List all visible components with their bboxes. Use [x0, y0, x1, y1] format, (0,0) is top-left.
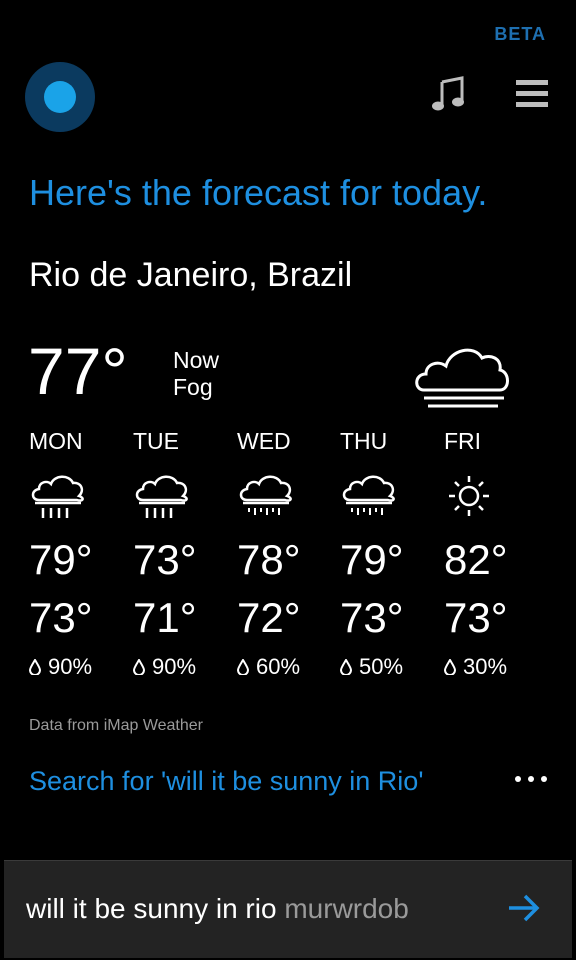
hamburger-menu-icon[interactable]: [516, 80, 548, 108]
high-temp: 79°: [340, 536, 404, 583]
drizzle-icon: [239, 475, 292, 515]
day-name: WED: [237, 428, 291, 454]
music-note-icon[interactable]: [430, 76, 466, 112]
precip-chance: 60%: [237, 654, 337, 680]
forecast-day-wed[interactable]: WED 78° 72° 60%: [237, 428, 337, 680]
current-temperature: 77°: [28, 334, 128, 408]
raindrop-icon: [237, 659, 249, 675]
query-input[interactable]: will it be sunny in rio murwrdob: [26, 893, 409, 925]
high-temp: 73°: [133, 536, 197, 583]
beta-label: BETA: [494, 24, 546, 44]
forecast-day-thu[interactable]: THU 79° 73° 50%: [340, 428, 440, 680]
high-temp: 82°: [444, 536, 508, 583]
forecast-day-tue[interactable]: TUE 73° 71° 90%: [133, 428, 233, 680]
low-temp: 71°: [133, 594, 197, 641]
forecast-day-fri[interactable]: FRI 82° 73° 30%: [444, 428, 544, 680]
low-temp: 73°: [444, 594, 508, 641]
precip-value: 60%: [256, 654, 301, 679]
precip-value: 90%: [152, 654, 197, 679]
fog-cloud-icon: [415, 348, 509, 408]
query-suggestion-text: murwrdob: [284, 893, 409, 924]
rain-icon: [31, 475, 84, 518]
precip-value: 50%: [359, 654, 404, 679]
precip-value: 30%: [463, 654, 508, 679]
drizzle-icon: [342, 475, 395, 515]
precip-value: 90%: [48, 654, 93, 679]
high-temp: 78°: [237, 536, 301, 583]
arrow-right-icon[interactable]: [506, 893, 542, 923]
current-label: Now: [173, 347, 220, 373]
data-source-label: Data from iMap Weather: [29, 717, 203, 734]
raindrop-icon: [133, 659, 145, 675]
sun-icon: [449, 476, 489, 516]
cortana-logo-icon[interactable]: [25, 62, 95, 132]
high-temp: 79°: [29, 536, 93, 583]
current-condition: Fog: [173, 374, 213, 400]
query-typed-text: will it be sunny in rio: [26, 893, 277, 924]
precip-chance: 50%: [340, 654, 440, 680]
day-name: MON: [29, 428, 83, 454]
raindrop-icon: [340, 659, 352, 675]
rain-icon: [135, 475, 188, 518]
forecast-day-mon[interactable]: MON 79° 73° 90%: [29, 428, 129, 680]
precip-chance: 30%: [444, 654, 544, 680]
precip-chance: 90%: [29, 654, 129, 680]
precip-chance: 90%: [133, 654, 233, 680]
low-temp: 73°: [340, 594, 404, 641]
raindrop-icon: [29, 659, 41, 675]
low-temp: 73°: [29, 594, 93, 641]
query-input-bar[interactable]: will it be sunny in rio murwrdob: [4, 860, 572, 958]
raindrop-icon: [444, 659, 456, 675]
day-name: TUE: [133, 428, 179, 454]
location-label: Rio de Janeiro, Brazil: [29, 256, 353, 294]
response-headline: Here's the forecast for today.: [29, 172, 488, 213]
day-name: FRI: [444, 428, 482, 454]
low-temp: 72°: [237, 594, 301, 641]
more-options-icon[interactable]: [512, 774, 552, 784]
day-name: THU: [340, 428, 388, 454]
web-search-link[interactable]: Search for 'will it be sunny in Rio': [29, 766, 423, 797]
